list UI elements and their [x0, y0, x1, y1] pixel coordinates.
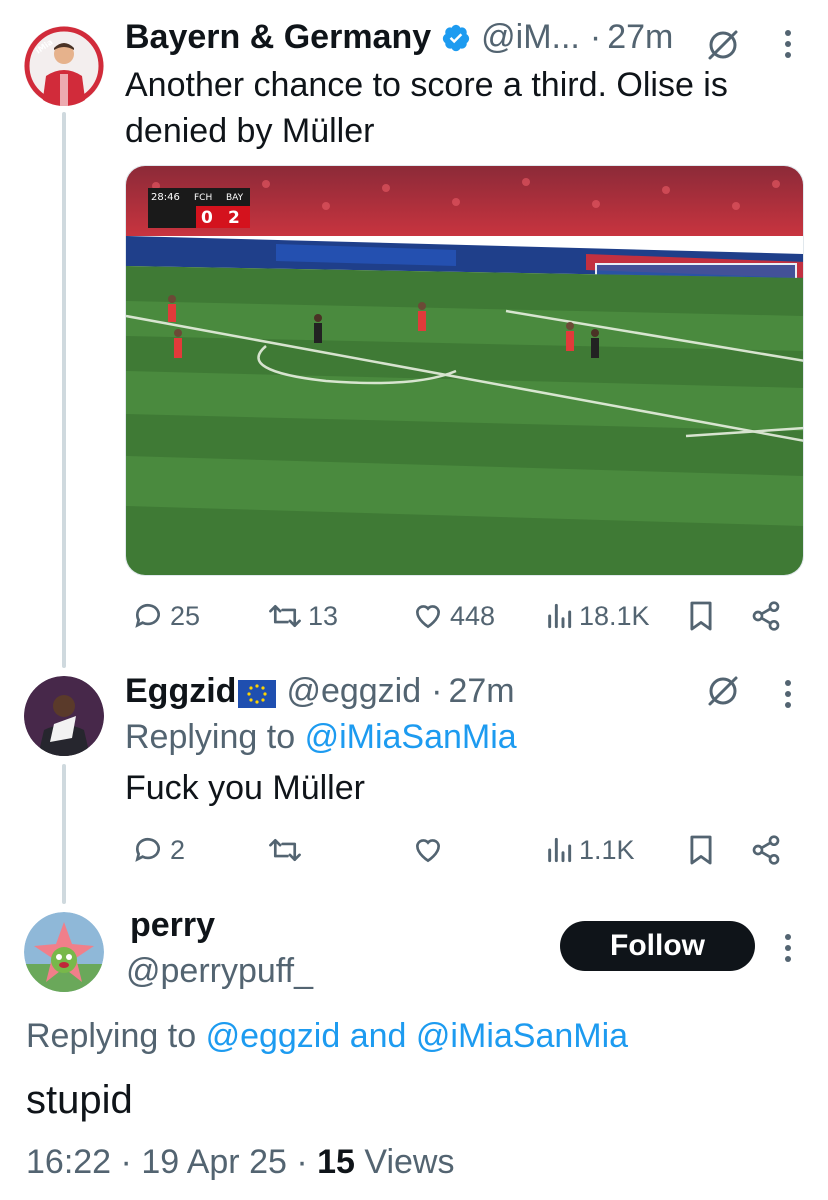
more-icon[interactable] [785, 30, 791, 63]
tweet-time[interactable]: 16:22 [26, 1143, 111, 1181]
more-icon[interactable] [785, 680, 791, 713]
author-name[interactable]: perry [130, 906, 215, 945]
avatar-perry[interactable] [24, 912, 104, 992]
author-handle[interactable]: @perrypuff_ [126, 952, 313, 991]
separator-dot: · [431, 672, 443, 710]
grok-icon[interactable] [706, 674, 740, 713]
retweet-button[interactable]: 13 [268, 600, 338, 632]
score-home-team: FCH [194, 193, 212, 203]
tweet-media-video[interactable]: 28:46 FCH BAY 0 2 [125, 165, 804, 576]
like-icon [415, 839, 441, 863]
mention-link[interactable]: @iMiaSanMia [305, 718, 517, 756]
more-icon[interactable] [785, 934, 791, 967]
score-clock: 28:46 [151, 192, 180, 203]
replying-prefix: Replying to [125, 718, 296, 756]
retweet-icon [269, 838, 301, 862]
tweet1-text-line2: denied by Müller [125, 112, 375, 150]
verified-badge-icon [441, 23, 471, 53]
follow-button[interactable]: Follow [560, 921, 755, 971]
tweet1-text-line1: Another chance to score a third. Olise i… [125, 66, 728, 104]
share-icon [752, 835, 780, 865]
share-button[interactable] [750, 600, 782, 632]
retweet-icon [269, 604, 301, 628]
eu-flag-icon [238, 678, 277, 708]
thread-line-1 [62, 112, 66, 668]
bookmark-icon [690, 835, 712, 865]
score-home: 0 [201, 208, 213, 228]
replying-prefix: Replying to [26, 1017, 197, 1055]
bookmark-button[interactable] [688, 834, 714, 866]
avatar-bayern[interactable]: iMia [24, 26, 104, 106]
tweet3-text: stupid [26, 1078, 133, 1122]
tweet-time[interactable]: 27m [448, 672, 514, 711]
replying-to: Replying to @eggzid and @iMiaSanMia [26, 1017, 628, 1056]
score-away: 2 [228, 208, 240, 228]
views-button[interactable]: 1.1K [545, 834, 635, 866]
like-count: 448 [450, 600, 496, 631]
mention-link-2[interactable]: @iMiaSanMia [416, 1017, 628, 1055]
like-button[interactable] [412, 834, 444, 866]
reply-count: 2 [170, 834, 186, 865]
retweet-count: 13 [308, 600, 339, 631]
views-button[interactable]: 18.1K [545, 600, 650, 632]
tweet-time[interactable]: 27m [607, 18, 673, 57]
views-icon [548, 837, 572, 863]
thread-line-2 [62, 764, 66, 904]
views-count: 15 [317, 1143, 355, 1181]
reply-count: 25 [170, 600, 201, 631]
like-button[interactable]: 448 [412, 600, 495, 632]
views-count: 1.1K [579, 834, 635, 865]
share-icon [752, 601, 780, 631]
tweet-date[interactable]: 19 Apr 25 [141, 1143, 287, 1181]
tweet2-header: Eggzid @eggzid · 27m [125, 672, 515, 711]
like-icon [415, 605, 441, 629]
reply-icon [135, 603, 160, 628]
reply-icon [135, 837, 160, 862]
author-handle[interactable]: @eggzid [286, 672, 421, 711]
avatar-eggzid[interactable] [24, 676, 104, 756]
author-handle[interactable]: @iM... [481, 18, 580, 57]
author-name[interactable]: Eggzid [125, 672, 236, 711]
bookmark-button[interactable] [688, 600, 714, 632]
tweet1-header: Bayern & Germany @iM... · 27m [125, 18, 673, 57]
mention-and: and [349, 1017, 407, 1055]
views-icon [548, 603, 572, 629]
tweet-meta: 16:22 · 19 Apr 25 · 15 Views [26, 1143, 455, 1181]
bookmark-icon [690, 601, 712, 631]
views-count: 18.1K [579, 600, 650, 631]
tweet1-text: Another chance to score a third. Olise i… [125, 62, 805, 154]
reply-button[interactable]: 25 [132, 600, 200, 632]
reply-button[interactable]: 2 [132, 834, 185, 866]
separator-dot: · [589, 18, 602, 56]
share-button[interactable] [750, 834, 782, 866]
mention-link-1[interactable]: @eggzid [206, 1017, 341, 1055]
retweet-button[interactable] [268, 834, 302, 866]
replying-to: Replying to @iMiaSanMia [125, 718, 517, 757]
tweet2-text: Fuck you Müller [125, 769, 365, 807]
score-away-team: BAY [226, 193, 244, 203]
author-name[interactable]: Bayern & Germany [125, 18, 431, 57]
views-label: Views [364, 1143, 455, 1181]
